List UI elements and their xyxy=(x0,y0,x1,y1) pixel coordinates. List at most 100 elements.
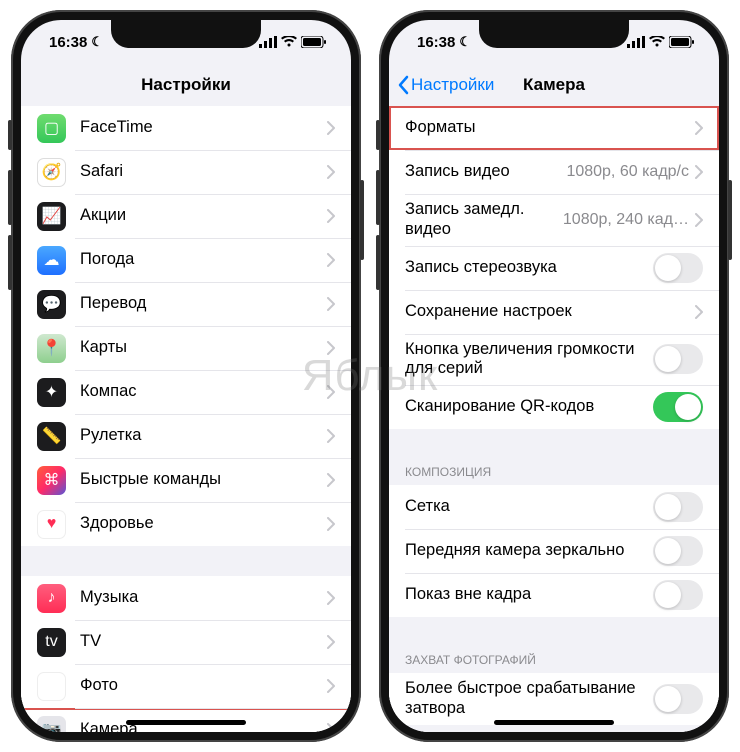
toggle-grid[interactable] xyxy=(653,492,703,522)
row-label: Safari xyxy=(80,162,327,182)
camera-row-video[interactable]: Запись видео1080p, 60 кадр/с xyxy=(389,150,719,194)
row-label: Фото xyxy=(80,676,327,696)
row-label: FaceTime xyxy=(80,118,327,138)
camera-row-stereo[interactable]: Запись стереозвука xyxy=(389,246,719,290)
chevron-right-icon xyxy=(695,213,703,227)
row-label: Перевод xyxy=(80,294,327,314)
row-label: Сетка xyxy=(405,497,653,517)
wifi-icon xyxy=(649,36,665,48)
navbar: Настройки Камера xyxy=(389,64,719,106)
toggle-qr[interactable] xyxy=(653,392,703,422)
facetime-icon: ▢ xyxy=(37,114,66,143)
chevron-right-icon xyxy=(695,165,703,179)
toggle-volume-burst[interactable] xyxy=(653,344,703,374)
wifi-icon xyxy=(281,36,297,48)
chevron-right-icon xyxy=(327,297,335,311)
cellular-icon xyxy=(627,36,645,48)
home-indicator[interactable] xyxy=(494,720,614,725)
settings-row-facetime[interactable]: ▢ FaceTime xyxy=(21,106,351,150)
stocks-icon: 📈 xyxy=(37,202,66,231)
row-label: Карты xyxy=(80,338,327,358)
page-title: Камера xyxy=(523,75,585,95)
safari-icon: 🧭 xyxy=(37,158,66,187)
row-detail: 1080p, 240 кад… xyxy=(563,211,689,229)
health-icon: ♥ xyxy=(37,510,66,539)
settings-row-music[interactable]: ♪Музыка xyxy=(21,576,351,620)
photos-icon: ✿ xyxy=(37,672,66,701)
row-detail: 1080p, 60 кадр/с xyxy=(566,163,689,181)
chevron-right-icon xyxy=(327,165,335,179)
status-indicators xyxy=(259,36,327,48)
row-label: Показ вне кадра xyxy=(405,585,653,605)
settings-row-measure[interactable]: 📏Рулетка xyxy=(21,414,351,458)
section-header: КОМПОЗИЦИЯ xyxy=(389,455,719,485)
chevron-right-icon xyxy=(695,305,703,319)
tv-icon: tv xyxy=(37,628,66,657)
settings-row-maps[interactable]: 📍 Карты xyxy=(21,326,351,370)
notch xyxy=(111,20,261,48)
chevron-right-icon xyxy=(327,385,335,399)
camera-row-formats[interactable]: Форматы xyxy=(389,106,719,150)
volume-down-button xyxy=(8,235,12,290)
volume-up-button xyxy=(376,170,380,225)
mute-switch xyxy=(8,120,12,150)
row-label: Погода xyxy=(80,250,327,270)
status-time: 16:38 xyxy=(49,34,87,51)
row-label: Запись стереозвука xyxy=(405,258,653,278)
toggle-mirror-front[interactable] xyxy=(653,536,703,566)
home-indicator[interactable] xyxy=(126,720,246,725)
settings-row-shortcuts[interactable]: ⌘Быстрые команды xyxy=(21,458,351,502)
row-label: Более быстрое срабатывание затвора xyxy=(405,679,653,719)
status-indicators xyxy=(627,36,695,48)
settings-row-stocks[interactable]: 📈Акции xyxy=(21,194,351,238)
camera-row-preserve[interactable]: Сохранение настроек xyxy=(389,290,719,334)
camera-row-outside-frame[interactable]: Показ вне кадра xyxy=(389,573,719,617)
settings-row-photos[interactable]: ✿ Фото xyxy=(21,664,351,708)
weather-icon: ☁ xyxy=(37,246,66,275)
toggle-faster-shutter[interactable] xyxy=(653,684,703,714)
settings-row-health[interactable]: ♥ Здоровье xyxy=(21,502,351,546)
measure-icon: 📏 xyxy=(37,422,66,451)
settings-row-weather[interactable]: ☁ Погода xyxy=(21,238,351,282)
settings-row-safari[interactable]: 🧭 Safari xyxy=(21,150,351,194)
translate-icon: 💬 xyxy=(37,290,66,319)
back-button[interactable]: Настройки xyxy=(397,75,494,95)
chevron-right-icon xyxy=(327,723,335,732)
status-time: 16:38 xyxy=(417,34,455,51)
volume-down-button xyxy=(376,235,380,290)
settings-row-compass[interactable]: ✦ Компас xyxy=(21,370,351,414)
row-label: Запись замедл. видео xyxy=(405,200,563,240)
camera-row-mirror-front[interactable]: Передняя камера зеркально xyxy=(389,529,719,573)
chevron-right-icon xyxy=(327,591,335,605)
shortcuts-icon: ⌘ xyxy=(37,466,66,495)
row-label: Компас xyxy=(80,382,327,402)
compass-icon: ✦ xyxy=(37,378,66,407)
camera-icon: 📷 xyxy=(37,716,66,733)
power-button xyxy=(728,180,732,260)
chevron-left-icon xyxy=(397,75,409,95)
row-label: Кнопка увеличения громкости для серий xyxy=(405,340,653,380)
camera-row-faster-shutter[interactable]: Более быстрое срабатывание затвора xyxy=(389,673,719,725)
camera-row-slomo[interactable]: Запись замедл. видео1080p, 240 кад… xyxy=(389,194,719,246)
camera-row-qr[interactable]: Сканирование QR-кодов xyxy=(389,385,719,429)
row-label: Здоровье xyxy=(80,514,327,534)
settings-row-translate[interactable]: 💬 Перевод xyxy=(21,282,351,326)
camera-row-grid[interactable]: Сетка xyxy=(389,485,719,529)
phone-left: 16:38 ☾ Настройки ▢FaceTime🧭Safari📈Акции… xyxy=(11,10,361,742)
row-label: Форматы xyxy=(405,118,695,138)
chevron-right-icon xyxy=(327,341,335,355)
battery-icon xyxy=(669,36,695,48)
toggle-stereo[interactable] xyxy=(653,253,703,283)
chevron-right-icon xyxy=(327,679,335,693)
section-footer: Подстраивать качество изображений при бы… xyxy=(389,725,719,732)
mute-switch xyxy=(376,120,380,150)
battery-icon xyxy=(301,36,327,48)
toggle-outside-frame[interactable] xyxy=(653,580,703,610)
row-label: TV xyxy=(80,632,327,652)
volume-up-button xyxy=(8,170,12,225)
camera-row-volume-burst[interactable]: Кнопка увеличения громкости для серий xyxy=(389,334,719,386)
maps-icon: 📍 xyxy=(37,334,66,363)
settings-row-tv[interactable]: tv TV xyxy=(21,620,351,664)
moon-icon: ☾ xyxy=(91,34,103,50)
cellular-icon xyxy=(259,36,277,48)
